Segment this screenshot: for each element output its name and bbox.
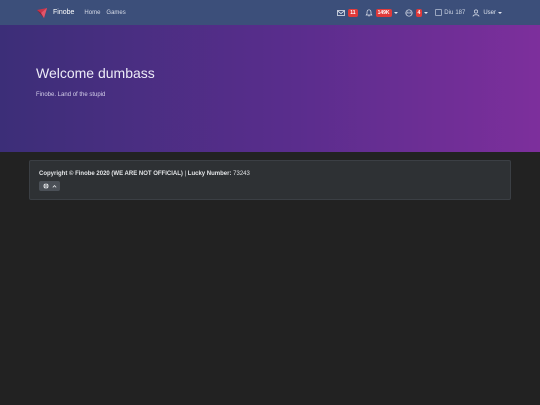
chevron-up-icon [52,184,56,188]
messages-badge: 11 [348,8,358,17]
messages-button[interactable]: 11 [337,8,358,17]
bell-icon [365,8,373,16]
chevron-down-icon [393,11,398,14]
friends-badge: 4 [415,8,423,17]
footer-card: Copyright © Finobe 2020 (WE ARE NOT OFFI… [29,160,511,200]
hero-banner: Welcome dumbass Finobe. Land of the stup… [0,25,540,152]
lucky-number-value: 73243 [233,171,250,177]
brand-link[interactable]: Finobe [36,0,74,25]
envelope-icon [337,9,346,16]
coin-alt-text: Diu [444,9,454,16]
nav-right: 11 149K 4 Diu 187 User [330,0,502,25]
coin-image [435,9,443,16]
hero-subtitle: Finobe. Land of the stupid [36,92,106,98]
chevron-down-icon [498,11,502,14]
friends-icon [404,8,413,17]
top-navbar: Finobe Home Games 11 149K 4 Diu 187 User [0,0,540,25]
lucky-number-label: Lucky Number: [187,171,232,177]
brand-logo-icon [37,7,47,18]
nav-link-home[interactable]: Home [84,10,100,16]
coin-amount: 187 [455,9,466,16]
friends-button[interactable]: 4 [404,8,429,17]
notifications-button[interactable]: 149K [365,8,398,17]
nav-link-games[interactable]: Games [106,10,125,16]
user-menu-button[interactable]: User [472,9,502,17]
hero-title: Welcome dumbass [36,65,155,81]
nav-links: Home Games [84,10,131,16]
user-icon [472,9,480,17]
brand-name: Finobe [53,9,75,16]
copyright-text: Copyright © Finobe 2020 (WE ARE NOT OFFI… [39,171,183,177]
notifications-badge: 149K [375,8,392,17]
globe-icon [42,183,49,189]
footer-text: Copyright © Finobe 2020 (WE ARE NOT OFFI… [39,171,250,177]
currency-display[interactable]: Diu 187 [435,9,465,16]
chevron-down-icon [424,11,429,14]
language-toggle-button[interactable] [39,181,60,191]
user-label: User [483,9,496,16]
